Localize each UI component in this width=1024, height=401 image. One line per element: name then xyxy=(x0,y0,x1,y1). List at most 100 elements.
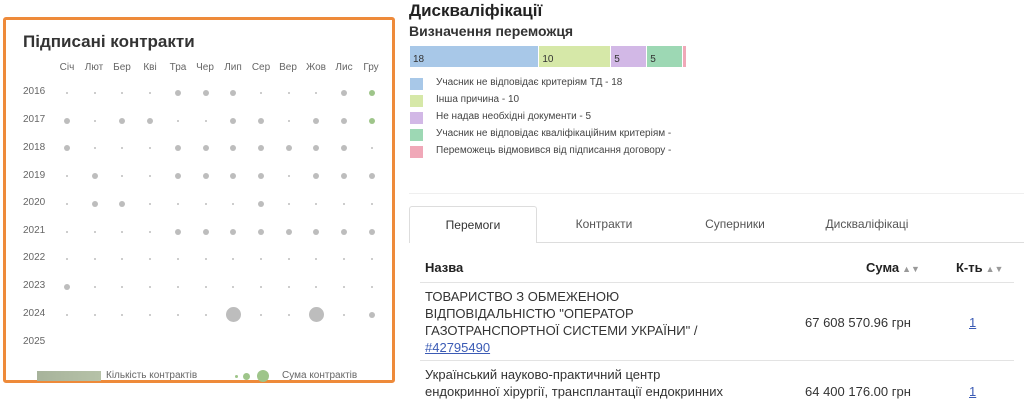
contract-bubble[interactable] xyxy=(285,228,292,235)
contract-bubble[interactable] xyxy=(343,313,345,316)
tab-disqualifications[interactable]: Дискваліфікаці xyxy=(805,206,929,242)
contract-bubble[interactable] xyxy=(202,90,209,96)
col-header-count[interactable]: К-ть ▲▼ xyxy=(956,260,1003,275)
contract-bubble[interactable] xyxy=(287,258,290,261)
disq-bar-segment[interactable]: 5 xyxy=(647,46,683,67)
contract-bubble[interactable] xyxy=(341,173,347,180)
contract-bubble[interactable] xyxy=(313,145,320,152)
contract-bubble[interactable] xyxy=(149,313,152,316)
contract-bubble[interactable] xyxy=(121,258,124,261)
contract-bubble[interactable] xyxy=(287,175,290,178)
contract-bubble[interactable] xyxy=(119,200,126,207)
contract-bubble[interactable] xyxy=(368,173,375,180)
contract-bubble[interactable] xyxy=(232,285,235,288)
disq-bar-segment[interactable]: 10 xyxy=(539,46,611,67)
contract-bubble[interactable] xyxy=(149,230,152,233)
contract-bubble[interactable] xyxy=(370,202,373,205)
contract-bubble[interactable] xyxy=(149,202,152,205)
contract-bubble[interactable] xyxy=(341,90,347,96)
contract-bubble[interactable] xyxy=(315,285,318,288)
contract-bubble[interactable] xyxy=(368,228,375,235)
col-header-sum[interactable]: Сума ▲▼ xyxy=(866,260,920,275)
contract-bubble[interactable] xyxy=(204,285,207,288)
contract-bubble[interactable] xyxy=(204,258,207,261)
contract-bubble[interactable] xyxy=(257,145,264,152)
contract-bubble[interactable] xyxy=(174,173,181,180)
contract-bubble[interactable] xyxy=(259,285,262,288)
contract-bubble[interactable] xyxy=(341,145,347,152)
contract-bubble[interactable] xyxy=(121,313,124,316)
contract-bubble[interactable] xyxy=(91,173,98,180)
contract-bubble[interactable] xyxy=(176,119,179,122)
disq-bar-segment[interactable]: 5 xyxy=(611,46,647,67)
contract-bubble[interactable] xyxy=(66,258,68,261)
contract-bubble[interactable] xyxy=(315,202,318,205)
contract-bubble[interactable] xyxy=(176,202,179,205)
contract-bubble[interactable] xyxy=(368,311,375,318)
contract-bubble[interactable] xyxy=(225,307,241,323)
contract-bubble[interactable] xyxy=(147,117,154,124)
contract-bubble[interactable] xyxy=(93,147,96,150)
contract-bubble[interactable] xyxy=(149,285,152,288)
sort-icon[interactable]: ▲▼ xyxy=(986,264,1004,274)
contract-bubble[interactable] xyxy=(232,258,235,261)
contract-bubble[interactable] xyxy=(149,147,152,150)
contract-bubble[interactable] xyxy=(204,313,207,316)
contract-bubble[interactable] xyxy=(119,117,126,124)
contract-bubble[interactable] xyxy=(257,117,264,124)
contract-bubble[interactable] xyxy=(121,92,124,94)
contract-bubble[interactable] xyxy=(202,228,209,235)
contract-bubble[interactable] xyxy=(121,175,124,178)
contract-bubble[interactable] xyxy=(315,92,318,94)
sort-icon[interactable]: ▲▼ xyxy=(902,264,920,274)
contract-bubble[interactable] xyxy=(121,230,124,233)
contract-bubble[interactable] xyxy=(368,90,375,96)
contract-bubble[interactable] xyxy=(259,92,262,94)
contract-bubble[interactable] xyxy=(287,119,290,122)
company-id-link[interactable]: #42795490 xyxy=(425,340,490,355)
contract-bubble[interactable] xyxy=(149,92,152,94)
contract-bubble[interactable] xyxy=(343,285,345,288)
contract-bubble[interactable] xyxy=(149,258,152,261)
contract-bubble[interactable] xyxy=(313,228,320,235)
contract-bubble[interactable] xyxy=(176,258,179,261)
contract-bubble[interactable] xyxy=(174,145,181,152)
contract-bubble[interactable] xyxy=(257,228,264,235)
row-count-link[interactable]: 1 xyxy=(969,314,976,331)
contract-bubble[interactable] xyxy=(93,285,96,288)
contract-bubble[interactable] xyxy=(313,117,320,124)
contract-bubble[interactable] xyxy=(370,258,373,261)
contract-bubble[interactable] xyxy=(93,92,96,94)
contract-bubble[interactable] xyxy=(174,90,181,96)
contract-bubble[interactable] xyxy=(259,258,262,261)
contract-bubble[interactable] xyxy=(308,307,324,323)
contract-bubble[interactable] xyxy=(257,200,264,207)
contract-bubble[interactable] xyxy=(287,313,290,316)
contract-bubble[interactable] xyxy=(343,202,345,205)
contract-bubble[interactable] xyxy=(66,313,68,316)
contract-bubble[interactable] xyxy=(285,145,292,152)
contract-bubble[interactable] xyxy=(174,228,181,235)
contract-bubble[interactable] xyxy=(341,117,347,124)
disq-bar-segment[interactable]: 18 xyxy=(410,46,539,67)
contract-bubble[interactable] xyxy=(93,258,96,261)
contract-bubble[interactable] xyxy=(232,202,235,205)
contract-bubble[interactable] xyxy=(93,119,96,122)
contract-bubble[interactable] xyxy=(121,285,124,288)
contract-bubble[interactable] xyxy=(66,92,68,94)
contract-bubble[interactable] xyxy=(343,258,345,261)
contract-bubble[interactable] xyxy=(230,228,237,235)
contract-bubble[interactable] xyxy=(315,258,318,261)
contract-bubble[interactable] xyxy=(287,285,290,288)
contract-bubble[interactable] xyxy=(93,313,96,316)
contract-bubble[interactable] xyxy=(368,117,375,124)
contract-bubble[interactable] xyxy=(341,228,347,235)
contract-bubble[interactable] xyxy=(64,283,70,290)
contract-bubble[interactable] xyxy=(230,117,237,124)
contract-bubble[interactable] xyxy=(66,202,68,205)
contract-bubble[interactable] xyxy=(230,173,237,180)
contract-bubble[interactable] xyxy=(176,285,179,288)
contract-bubble[interactable] xyxy=(370,285,373,288)
tab-rivals[interactable]: Суперники xyxy=(680,206,790,242)
contract-bubble[interactable] xyxy=(121,147,124,150)
